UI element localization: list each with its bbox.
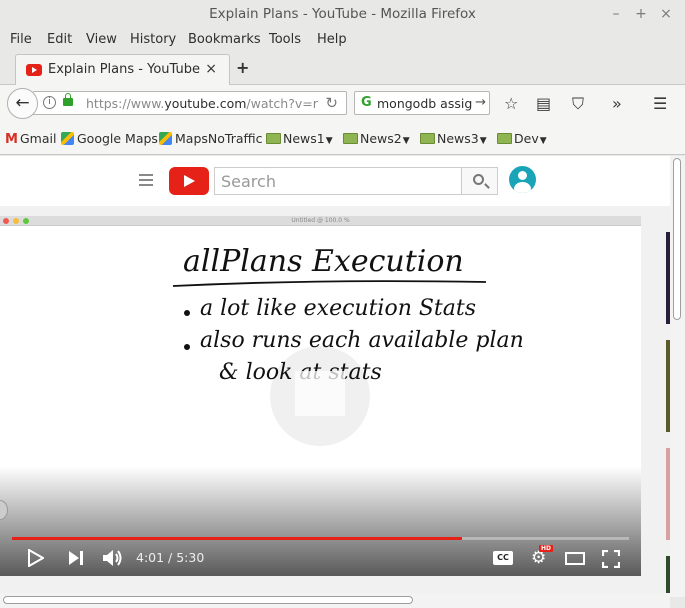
chevron-down-icon: ▼ <box>325 136 333 146</box>
play-icon[interactable] <box>28 549 44 567</box>
gmail-icon: M <box>5 132 18 147</box>
captions-button[interactable]: CC <box>493 551 513 565</box>
handwritten-heading: allPlans Execution <box>183 244 464 279</box>
hamburger-menu-icon[interactable]: ☰ <box>653 94 667 113</box>
tab-close-icon[interactable]: × <box>205 61 217 77</box>
guide-menu-icon[interactable] <box>139 174 153 186</box>
youtube-search-field[interactable] <box>214 167 462 195</box>
folder-icon <box>343 133 358 144</box>
info-icon[interactable]: i <box>43 96 56 109</box>
time-display: 4:01 / 5:30 <box>136 550 205 565</box>
folder-icon <box>420 133 435 144</box>
search-bar-value[interactable]: mongodb assign <box>377 96 480 111</box>
youtube-search-input[interactable] <box>215 168 461 194</box>
horizontal-scrollbar[interactable] <box>0 593 670 608</box>
reader-list-icon[interactable]: ▤ <box>536 94 551 113</box>
page-content: Untitled @ 100.0 % allPlans Execution a … <box>0 156 670 597</box>
navigation-toolbar: i https://www.youtube.com/watch?v=r ↻ ← … <box>0 85 685 123</box>
avatar[interactable] <box>509 166 536 193</box>
horizontal-scroll-thumb[interactable] <box>3 596 413 604</box>
youtube-header <box>0 156 670 206</box>
bookmark-folder-news3[interactable]: News3▼ <box>420 131 487 146</box>
inner-window-title: Untitled @ 100.0 % <box>291 217 350 224</box>
chevron-down-icon: ▼ <box>479 136 487 146</box>
heading-underline <box>172 280 487 287</box>
new-tab-button[interactable]: + <box>236 58 249 77</box>
search-engine-icon[interactable]: G <box>361 95 372 110</box>
video-inner-titlebar: Untitled @ 100.0 % <box>0 216 641 226</box>
window-titlebar: Explain Plans - YouTube - Mozilla Firefo… <box>0 0 685 29</box>
volume-icon[interactable] <box>102 548 124 568</box>
bookmark-folder-news2[interactable]: News2▼ <box>343 131 410 146</box>
youtube-search-button[interactable] <box>461 167 498 195</box>
handwritten-bullet-2: also runs each available plan <box>200 328 524 353</box>
back-button[interactable]: ← <box>7 88 38 119</box>
menu-view[interactable]: View <box>86 32 117 47</box>
reload-icon[interactable]: ↻ <box>325 94 338 112</box>
lock-icon[interactable] <box>63 93 73 106</box>
tab-explain-plans[interactable]: Explain Plans - YouTube × <box>15 54 230 85</box>
folder-icon <box>497 133 512 144</box>
youtube-favicon-icon <box>26 64 42 76</box>
vertical-scrollbar[interactable] <box>670 156 685 597</box>
minimize-button[interactable]: – <box>607 5 625 23</box>
bullet-dot <box>184 344 190 350</box>
fullscreen-icon[interactable] <box>602 550 620 568</box>
tab-strip: Explain Plans - YouTube × + <box>0 53 685 85</box>
search-go-icon[interactable]: → <box>473 95 486 110</box>
handwritten-bullet-1: a lot like execution Stats <box>200 296 477 321</box>
bookmark-google-maps[interactable]: Google Maps <box>61 131 158 146</box>
youtube-logo[interactable] <box>169 167 209 195</box>
menu-bookmarks[interactable]: Bookmarks <box>188 32 261 47</box>
search-icon <box>473 174 484 185</box>
chevron-down-icon: ▼ <box>539 136 547 146</box>
progress-bar[interactable] <box>12 537 629 540</box>
window-title: Explain Plans - YouTube - Mozilla Firefo… <box>209 6 476 22</box>
vertical-scroll-thumb[interactable] <box>673 158 681 320</box>
menu-tools[interactable]: Tools <box>269 32 301 47</box>
theater-mode-icon[interactable] <box>565 552 585 565</box>
bookmark-mapsnotraffic[interactable]: MapsNoTraffic <box>159 131 262 146</box>
bookmark-gmail[interactable]: M Gmail <box>5 131 56 147</box>
pocket-icon[interactable]: ⛉ <box>572 94 584 114</box>
close-window-button[interactable]: × <box>657 5 675 23</box>
star-icon[interactable]: ☆ <box>504 94 518 113</box>
menu-help[interactable]: Help <box>317 32 347 47</box>
hd-badge: HD <box>539 545 554 552</box>
menu-edit[interactable]: Edit <box>47 32 72 47</box>
pause-overlay-icon <box>270 346 370 446</box>
menu-history[interactable]: History <box>130 32 176 47</box>
search-bar[interactable]: G mongodb assign → <box>354 91 490 115</box>
url-text[interactable]: https://www.youtube.com/watch?v=r <box>86 96 318 111</box>
maps-icon <box>61 132 74 145</box>
menu-file[interactable]: File <box>10 32 32 47</box>
url-bar[interactable]: i https://www.youtube.com/watch?v=r ↻ <box>33 91 347 115</box>
settings-button[interactable]: ⚙ HD <box>531 545 554 568</box>
bullet-dot <box>184 310 190 316</box>
maximize-button[interactable]: + <box>632 5 650 23</box>
video-player[interactable]: Untitled @ 100.0 % allPlans Execution a … <box>0 216 641 576</box>
maps-icon <box>159 132 172 145</box>
progress-played <box>12 537 463 540</box>
bookmarks-toolbar: M Gmail Google Maps MapsNoTraffic News1▼ … <box>0 123 685 155</box>
chevron-down-icon: ▼ <box>402 136 410 146</box>
overflow-icon[interactable]: » <box>612 94 622 113</box>
bookmark-folder-dev[interactable]: Dev▼ <box>497 131 547 146</box>
menu-bar: File Edit View History Bookmarks Tools H… <box>0 29 685 51</box>
bookmark-folder-news1[interactable]: News1▼ <box>266 131 333 146</box>
tab-label: Explain Plans - YouTube <box>48 62 200 77</box>
folder-icon <box>266 133 281 144</box>
next-icon[interactable] <box>68 550 84 566</box>
